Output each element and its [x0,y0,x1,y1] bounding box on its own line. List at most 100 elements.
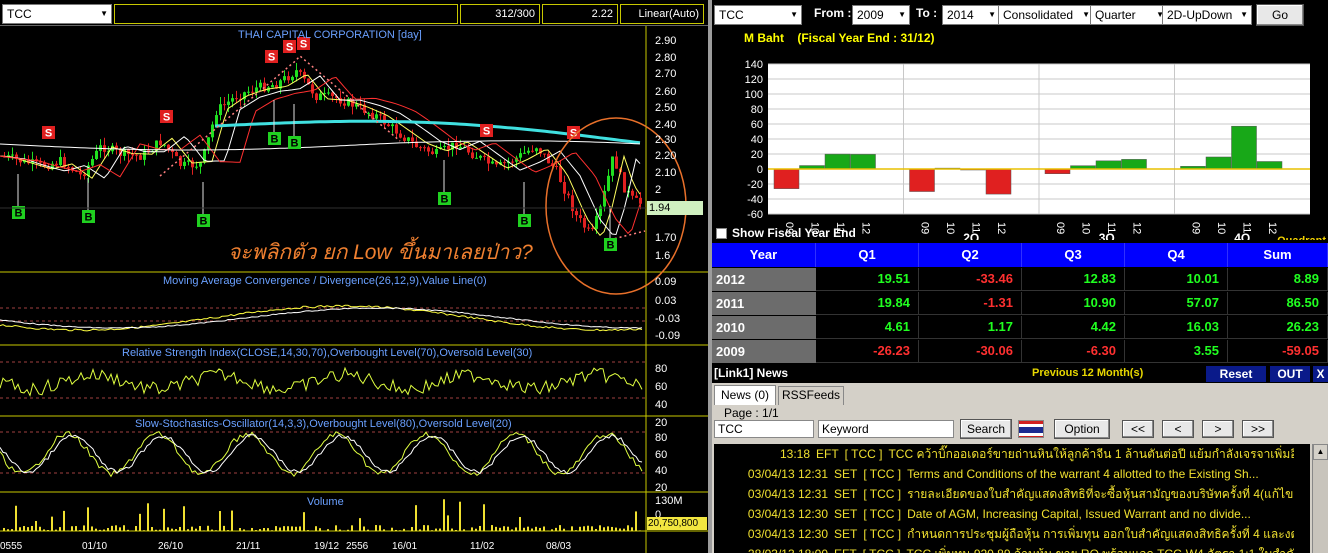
nav-prev-button[interactable]: < [1162,420,1194,438]
volume-bar [75,526,77,531]
volume-bar [611,526,613,531]
candle [583,218,586,228]
out-button[interactable]: OUT [1270,366,1310,382]
news-item[interactable]: 03/04/13 12:31 SET [ TCC ] รายละเอียดของใบส… [714,484,1294,504]
candle [287,76,290,81]
candle [95,150,98,160]
y-tick-label: -20 [747,179,763,191]
option-button[interactable]: Option [1054,419,1110,439]
volume-bar [39,526,41,531]
candle [571,195,574,212]
table-cell-q4: 3.55 [1125,340,1228,363]
candle [179,156,182,166]
price-axis-label: 2.50 [655,102,677,114]
table-header-q1: Q1 [816,243,919,267]
news-item[interactable]: 03/04/13 12:31 SET [ TCC ] Terms and Condit… [714,464,1294,484]
news-headline: รายละเอียดของใบสำคัญแสดงสิทธิที่จะซื้อหุ… [907,487,1294,501]
scale-mode[interactable]: Linear(Auto) [620,4,704,24]
rsi-line [0,366,643,397]
period-select[interactable]: Quarter ▼ [1090,5,1168,25]
candle [271,85,274,88]
volume-bar [191,526,193,531]
symbol-select[interactable]: TCC ▼ [2,4,112,24]
news-symbol-input[interactable]: TCC [714,420,814,438]
fiscal-bar-chart: 140120100806040200-20-40-6009 10 11 12 09 10 1… [745,59,1327,240]
news-headline: TCC คว้าบิ๊กออเดอร์ขายถ่านหินให้ลูกค้าจี… [888,447,1294,461]
nav-first-button[interactable]: << [1122,420,1154,438]
table-cell-q3: -6.30 [1022,340,1125,363]
volume-bar [11,529,13,531]
table-cell-q4: 16.03 [1125,316,1228,339]
news-item[interactable]: 13:18 EFT [ TCC ] TCC คว้าบิ๊กออเดอร์ขายถ่า… [714,444,1294,464]
nav-last-button[interactable]: >> [1242,420,1274,438]
table-cell-q3: 10.90 [1022,292,1125,315]
candle [11,154,14,156]
keyword-input[interactable]: Keyword [818,420,954,438]
macd-axis-label: 0.03 [655,295,677,307]
table-header-q3: Q3 [1022,243,1125,267]
table-row: 2009 -26.23 -30.06 -6.30 3.55 -59.05 [712,340,1328,363]
volume-bar [183,506,185,531]
close-button[interactable]: X [1313,366,1328,382]
volume-bar [363,526,365,531]
chart-mode-select[interactable]: 2D-UpDown ▼ [1162,5,1252,25]
volume-bar [339,529,341,531]
show-fiscal-checkbox[interactable] [716,228,727,239]
tab-rss[interactable]: RSSFeeds [778,386,844,405]
candle [223,104,226,106]
macd-axis-label: -0.03 [655,313,681,325]
reset-button[interactable]: Reset [1206,366,1266,382]
volume-bar [495,526,497,531]
price-axis-label: 2.20 [655,150,677,162]
volume-bar [447,515,449,531]
from-year-select[interactable]: 2009 ▼ [852,5,910,25]
date-axis-label: 2556 [346,541,369,552]
volume-bar [27,527,29,531]
news-time: 28/03/13 18:00 [714,544,828,553]
bar [773,168,800,189]
fin-symbol-select[interactable]: TCC ▼ [714,5,802,25]
volume-bar [259,529,261,531]
flag-icon[interactable] [1018,420,1044,438]
price-axis-label: 2 [655,184,662,196]
candle [607,175,610,191]
nav-next-button[interactable]: > [1202,420,1234,438]
table-row: 2010 4.61 1.17 4.42 16.03 26.23 [712,316,1328,339]
price-axis-label: 1.6 [655,250,671,262]
candle [523,152,526,154]
tab-news[interactable]: News (0) [714,385,776,405]
show-fiscal-label: Show Fiscal Year End [732,226,856,240]
volume-bar [83,525,85,531]
y-tick-label: 80 [751,104,763,116]
rsi-axis-label: 40 [655,399,668,411]
rsi-axis-label: 80 [655,363,668,375]
search-button[interactable]: Search [960,419,1012,439]
candle [579,215,582,219]
volume-bar [347,529,349,531]
news-item[interactable]: 03/04/13 12:30 SET [ TCC ] กำหนดการประชุมผู… [714,524,1294,544]
news-item[interactable]: 28/03/13 18:00 EFT [ TCC ] TCC เพิ่มทุน 920… [714,544,1294,553]
volume-bar [563,528,565,531]
technical-chart-svg[interactable]: SSSS SS SB B BB BBBB [0,26,708,553]
y-tick-label: 20 [751,149,763,161]
news-symbol: [ TCC ] [863,487,902,501]
volume-bar [31,525,33,531]
volume-bar [479,525,481,531]
candle [487,156,490,164]
news-item[interactable]: 03/04/13 12:30 SET [ TCC ] Date of AGM, Inc… [714,504,1294,524]
volume-bar [43,529,45,531]
news-scrollbar[interactable]: ▲ [1312,444,1328,553]
volume-bar [427,525,429,531]
to-year-select[interactable]: 2014 ▼ [942,5,1000,25]
candle [427,147,430,152]
volume-bar [3,527,5,531]
volume-bar [443,499,445,531]
buy-marker-label: B [85,212,93,224]
stoch-axis-label: 60 [655,449,668,461]
scroll-up-icon[interactable]: ▲ [1313,444,1328,460]
technical-chart-panel: TCC ▼ 312/300 2.22 Linear(Auto) SSSSSSSB… [0,0,708,553]
statement-select[interactable]: Consolidated ▼ [998,5,1094,25]
go-button[interactable]: Go [1256,4,1304,26]
candle [411,137,414,142]
volume-bar [403,528,405,531]
